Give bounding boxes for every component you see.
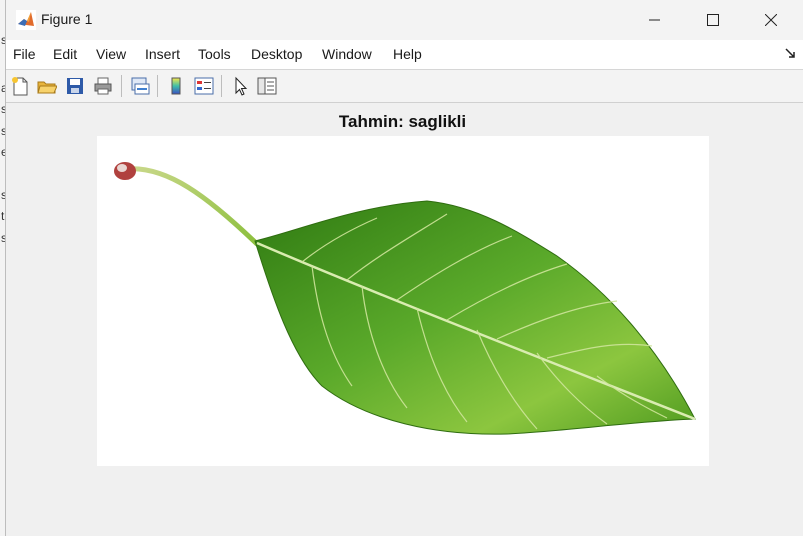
plot-title: Tahmin: saglikli [338,112,467,131]
figure-window: Figure 1 File Edit View Insert Tools Des… [5,0,803,536]
minimize-button[interactable] [626,0,684,40]
open-file-button[interactable] [35,74,59,98]
title-bar[interactable]: Figure 1 [6,0,803,40]
menu-window[interactable]: Window [322,46,372,62]
new-figure-icon [12,77,28,96]
menu-tools[interactable]: Tools [198,46,231,62]
toolbar-separator [121,75,122,97]
colorbar-icon [171,77,181,95]
maximize-button[interactable] [684,0,742,40]
close-icon [765,14,777,26]
toolbar-separator [157,75,158,97]
pointer-icon [235,76,248,96]
open-file-icon [37,81,57,94]
axes-image[interactable] [97,136,709,466]
print-button[interactable] [91,74,115,98]
menu-edit[interactable]: Edit [53,46,77,62]
save-icon [67,78,83,94]
background-text: t [1,209,5,223]
dock-figure-icon[interactable] [785,48,797,60]
window-title: Figure 1 [41,11,93,27]
insert-legend-button[interactable] [192,74,216,98]
toolbar [6,70,803,103]
close-button[interactable] [742,0,800,40]
print-icon [94,77,112,95]
minimize-icon [649,19,660,21]
figure-canvas: Tahmin: saglikli [6,103,803,536]
matlab-logo-icon [16,10,36,30]
save-button[interactable] [63,74,87,98]
leaf-image [114,162,696,435]
insert-colorbar-button[interactable] [164,74,188,98]
link-plot-icon [131,77,150,95]
menu-view[interactable]: View [96,46,126,62]
menu-bar: File Edit View Insert Tools Desktop Wind… [6,40,803,70]
edit-plot-button[interactable] [228,74,252,98]
property-inspector-icon [257,77,277,95]
toolbar-separator [221,75,222,97]
maximize-icon [707,14,719,26]
new-figure-button[interactable] [8,74,32,98]
property-inspector-button[interactable] [255,74,279,98]
link-plot-button[interactable] [128,74,152,98]
legend-icon [194,77,214,95]
menu-help[interactable]: Help [393,46,422,62]
menu-desktop[interactable]: Desktop [251,46,302,62]
menu-insert[interactable]: Insert [145,46,180,62]
menu-file[interactable]: File [13,46,36,62]
